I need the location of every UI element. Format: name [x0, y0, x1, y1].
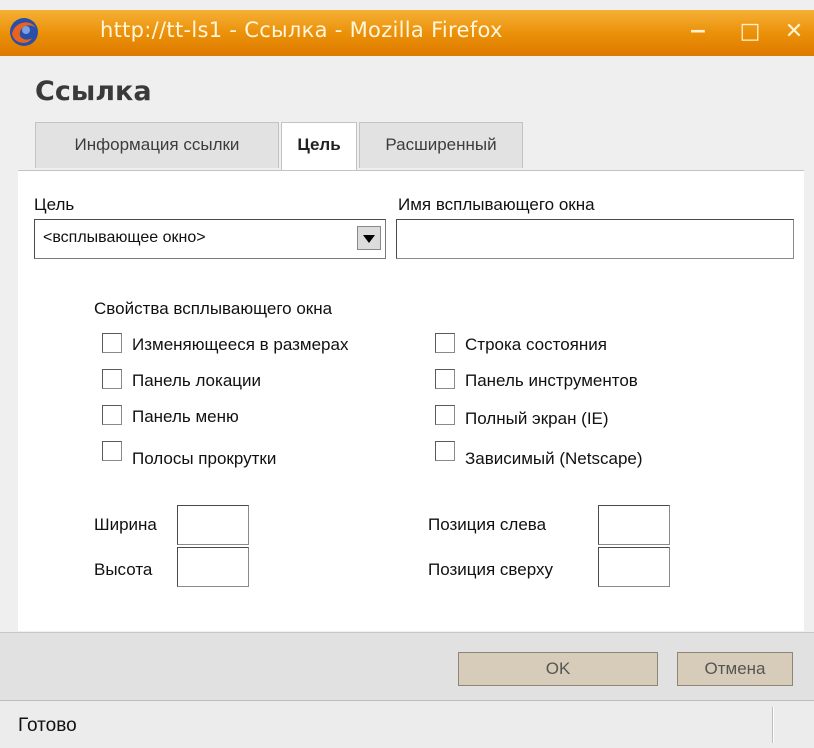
fullscreen-label: Полный экран (IE): [465, 409, 609, 428]
popup-name-input[interactable]: [396, 219, 794, 259]
minimize-button[interactable]: −: [686, 20, 710, 44]
window-title: http://tt-ls1 - Ссылка - Mozilla Firefox: [100, 18, 503, 42]
status-text: Готово: [18, 715, 77, 736]
chevron-down-icon[interactable]: [357, 226, 381, 250]
firefox-window: http://tt-ls1 - Ссылка - Mozilla Firefox…: [0, 0, 814, 748]
popup-name-label: Имя всплывающего окна: [398, 195, 595, 214]
menu-bar-checkbox[interactable]: [102, 405, 122, 425]
height-label: Высота: [94, 560, 153, 579]
status-divider-highlight: [773, 707, 774, 743]
dialog-title: Ссылка: [35, 76, 152, 107]
tab-link-info[interactable]: Информация ссылки: [35, 122, 279, 168]
ok-button[interactable]: OK: [458, 652, 658, 686]
top-position-input[interactable]: [598, 547, 670, 587]
popup-props-heading: Свойства всплывающего окна: [94, 299, 333, 318]
scrollbars-label: Полосы прокрутки: [132, 449, 277, 468]
status-bar-label: Строка состояния: [465, 335, 607, 354]
firefox-icon: [10, 18, 38, 46]
location-bar-label: Панель локации: [132, 371, 262, 390]
close-button[interactable]: ✕: [782, 20, 806, 44]
tab-advanced[interactable]: Расширенный: [359, 122, 523, 168]
menu-bar-label: Панель меню: [132, 407, 239, 426]
width-input[interactable]: [177, 505, 249, 545]
height-input[interactable]: [177, 547, 249, 587]
dependent-label: Зависимый (Netscape): [465, 449, 643, 468]
status-bar: Готово: [0, 700, 814, 748]
scrollbars-checkbox[interactable]: [102, 441, 122, 461]
top-position-label: Позиция сверху: [428, 560, 553, 579]
left-position-input[interactable]: [598, 505, 670, 545]
target-select-value: <всплывающее окно>: [43, 229, 206, 246]
target-label: Цель: [34, 195, 75, 214]
target-select[interactable]: <всплывающее окно>: [34, 219, 386, 259]
dependent-checkbox[interactable]: [435, 441, 455, 461]
width-label: Ширина: [94, 515, 157, 534]
cancel-button[interactable]: Отмена: [677, 652, 793, 686]
tab-target[interactable]: Цель: [281, 122, 357, 172]
resizable-label: Изменяющееся в размерах: [132, 335, 349, 354]
resizable-checkbox[interactable]: [102, 333, 122, 353]
status-bar-checkbox[interactable]: [435, 333, 455, 353]
dialog-footer: OK Отмена: [0, 632, 814, 701]
location-bar-checkbox[interactable]: [102, 369, 122, 389]
toolbar-label: Панель инструментов: [465, 371, 638, 390]
fullscreen-checkbox[interactable]: [435, 405, 455, 425]
maximize-button[interactable]: □: [738, 20, 762, 44]
title-bar[interactable]: http://tt-ls1 - Ссылка - Mozilla Firefox…: [0, 10, 814, 56]
toolbar-checkbox[interactable]: [435, 369, 455, 389]
left-position-label: Позиция слева: [428, 515, 547, 534]
